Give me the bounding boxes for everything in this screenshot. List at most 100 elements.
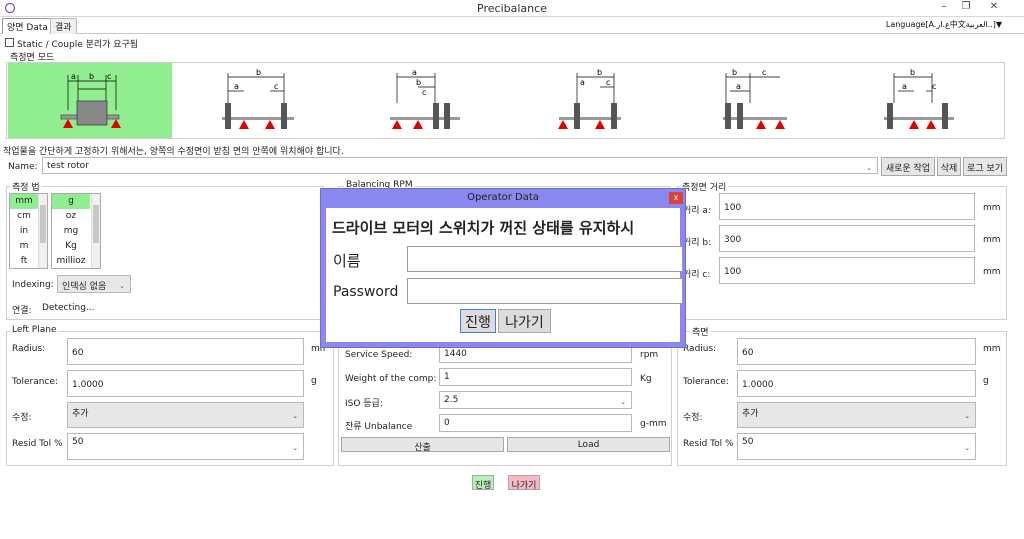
mode-option-2[interactable]: b a c <box>176 63 340 138</box>
mode-option-3[interactable]: abc <box>340 63 504 138</box>
right-radius-input[interactable]: 60 <box>737 338 976 365</box>
right-resid-combo[interactable]: 50 ⌄ <box>737 433 976 460</box>
dialog-exit-button[interactable]: 나가기 <box>498 309 551 333</box>
dialog-proceed-button[interactable]: 진행 <box>460 309 496 333</box>
mode-3-diagram: abc <box>390 68 460 129</box>
svg-text:c: c <box>932 82 936 91</box>
close-icon[interactable]: ✕ <box>986 1 1002 12</box>
units-title: 측정 법 <box>10 180 42 193</box>
static-couple-checkbox[interactable] <box>5 38 14 47</box>
left-resid-value: 50 <box>72 437 84 447</box>
chevron-down-icon: ⌄ <box>866 164 872 172</box>
mode-1-diagram: a b c <box>60 72 121 128</box>
tab-double-plane-data[interactable]: 양면 Data <box>2 18 53 34</box>
window-title: Precibalance <box>477 2 547 15</box>
svg-text:c: c <box>422 88 426 97</box>
left-fix-combo[interactable]: 추가 ⌄ <box>67 402 304 428</box>
mode-option-5[interactable]: b c a <box>668 63 832 138</box>
right-radius-label: Radius: <box>683 344 717 354</box>
svg-text:c: c <box>606 78 610 87</box>
calculate-button[interactable]: 산출 <box>341 437 504 453</box>
left-fix-label: 수정: <box>12 413 32 423</box>
left-radius-input[interactable]: 60 <box>67 338 304 365</box>
svg-text:b: b <box>910 68 915 77</box>
dialog-password-label: Password <box>333 284 399 300</box>
svg-text:a: a <box>736 82 741 91</box>
mode-option-1[interactable]: a b c <box>8 63 172 138</box>
language-selector[interactable]: Language[A.ع.ار中文العربية..]▼ <box>886 19 1002 30</box>
distance-title: 측정면 거리 <box>680 180 729 193</box>
iso-grade-combo[interactable]: 2.5 ⌄ <box>439 391 632 409</box>
connection-status: Detecting... <box>42 303 95 313</box>
distance-b-unit: mm <box>983 235 1001 245</box>
indexing-value: 인덱싱 없음 <box>62 282 107 292</box>
left-tolerance-input[interactable]: 1.0000 <box>67 370 304 397</box>
fixture-notice: 작업물을 간단하게 고정하기 위해서는, 양쪽의 수정면이 받침 면의 안쪽에 … <box>3 147 344 157</box>
distance-c-label: 거리 c: <box>683 270 711 280</box>
dialog-close-icon[interactable]: x <box>669 192 683 204</box>
dialog-password-input[interactable] <box>407 278 683 304</box>
distance-b-input[interactable]: 300 <box>719 225 975 252</box>
list-item-oz[interactable]: oz <box>52 209 90 224</box>
service-speed-label: Service Speed: <box>345 350 413 360</box>
new-job-button[interactable]: 새로운 작업 <box>881 157 935 176</box>
svg-text:a: a <box>902 82 907 91</box>
right-tolerance-input[interactable]: 1.0000 <box>737 370 976 397</box>
chevron-down-icon: ⌄ <box>964 412 970 420</box>
svg-text:b: b <box>256 68 261 77</box>
weight-unit-list[interactable]: g oz mg Kg millioz <box>51 193 101 269</box>
distance-a-label: 거리 a: <box>683 206 711 216</box>
list-item-cm[interactable]: cm <box>10 209 38 224</box>
chevron-down-icon: ⌄ <box>620 398 626 406</box>
list-item-kg[interactable]: Kg <box>52 239 90 254</box>
dialog-warning: 드라이브 모터의 스위치가 꺼진 상태를 유지하시 <box>332 219 635 237</box>
proceed-button[interactable]: 진행 <box>472 475 494 491</box>
list-item-mm[interactable]: mm <box>10 194 38 209</box>
name-combo[interactable]: test rotor ⌄ <box>42 157 878 174</box>
distance-c-input[interactable]: 100 <box>719 257 975 284</box>
list-item-in[interactable]: in <box>10 224 38 239</box>
length-scrollbar[interactable] <box>38 194 47 268</box>
right-fix-label: 수정: <box>683 413 703 423</box>
svg-text:a: a <box>71 72 76 81</box>
mode-option-4[interactable]: b a c <box>504 63 668 138</box>
delete-button[interactable]: 삭제 <box>937 157 961 176</box>
svg-text:a: a <box>580 78 585 87</box>
indexing-label: Indexing: <box>12 280 54 290</box>
right-fix-combo[interactable]: 추가 ⌄ <box>737 402 976 428</box>
name-label: Name: <box>8 162 38 172</box>
length-unit-list[interactable]: mm cm in m ft <box>9 193 48 269</box>
minimize-icon[interactable]: – <box>936 1 952 12</box>
left-plane-title: Left Plane <box>10 325 59 335</box>
list-item-millioz[interactable]: millioz <box>52 254 90 268</box>
right-tolerance-unit: g <box>983 376 989 386</box>
distance-b-label: 거리 b: <box>683 238 712 248</box>
svg-text:b: b <box>416 78 421 87</box>
exit-button[interactable]: 나가기 <box>508 475 540 491</box>
list-item-g[interactable]: g <box>52 194 90 209</box>
list-item-ft[interactable]: ft <box>10 254 38 268</box>
right-radius-unit: mm <box>983 344 1001 354</box>
restore-icon[interactable]: ❐ <box>958 1 974 12</box>
iso-grade-label: ISO 등급: <box>345 399 383 409</box>
mode-5-diagram: b c a <box>723 68 787 129</box>
indexing-combo[interactable]: 인덱싱 없음 ⌄ <box>57 275 131 293</box>
dialog-name-input[interactable] <box>407 246 683 272</box>
residual-unbalance-input[interactable]: 0 <box>439 414 632 432</box>
static-couple-label: Static / Couple 분리가 요구됨 <box>17 40 139 50</box>
left-resid-combo[interactable]: 50 ⌄ <box>67 433 304 460</box>
list-item-mg[interactable]: mg <box>52 224 90 239</box>
tab-strip <box>0 17 1024 34</box>
view-log-button[interactable]: 로그 보기 <box>963 157 1007 176</box>
load-button[interactable]: Load <box>507 437 670 452</box>
right-fix-value: 추가 <box>742 409 759 419</box>
tab-results[interactable]: 결과 <box>50 18 77 34</box>
list-item-m[interactable]: m <box>10 239 38 254</box>
chevron-down-icon: ⌄ <box>119 282 125 290</box>
comp-weight-unit: Kg <box>640 374 652 384</box>
distance-a-input[interactable]: 100 <box>719 193 975 220</box>
comp-weight-input[interactable]: 1 <box>439 368 632 386</box>
mode-option-6[interactable]: ba c <box>834 63 1002 138</box>
weight-scrollbar[interactable] <box>91 194 100 268</box>
comp-weight-label: Weight of the comp: <box>345 374 437 384</box>
